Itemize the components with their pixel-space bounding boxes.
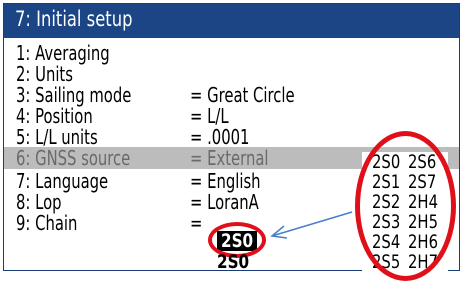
menu-item-label: 3: Sailing mode [16,83,132,107]
menu-item-label: 1: Averaging [16,41,110,65]
page-title: 7: Initial setup [15,7,133,31]
menu-item-label: 5: L/L units [16,125,98,149]
options-highlight-ring [355,131,456,281]
title-bar: 7: Initial setup [4,4,459,38]
menu-item-label: 7: Language [16,169,109,193]
menu-item-label: 2: Units [16,62,73,86]
menu-item-value: = L/L [190,104,229,128]
menu-item-value: = .0001 [190,125,250,149]
menu-item-value: = English [190,169,261,193]
menu-item-position[interactable]: 4: Position = L/L [4,105,459,127]
menu-item-label: 4: Position [16,104,93,128]
menu-item-units[interactable]: 2: Units [4,63,459,85]
menu-item-value: = [190,211,203,235]
menu-item-value: = External [190,146,269,170]
menu-item-averaging[interactable]: 1: Averaging [4,42,459,64]
chain-next-option: 2S0 [217,251,250,273]
menu-item-value: = LoranA [190,190,259,214]
menu-item-label: 9: Chain [16,211,78,235]
menu-item-sailing-mode[interactable]: 3: Sailing mode = Great Circle [4,84,459,106]
menu-item-label: 6: GNSS source [16,146,131,170]
menu-item-value: = Great Circle [190,83,295,107]
menu-item-label: 8: Lop [16,190,62,214]
